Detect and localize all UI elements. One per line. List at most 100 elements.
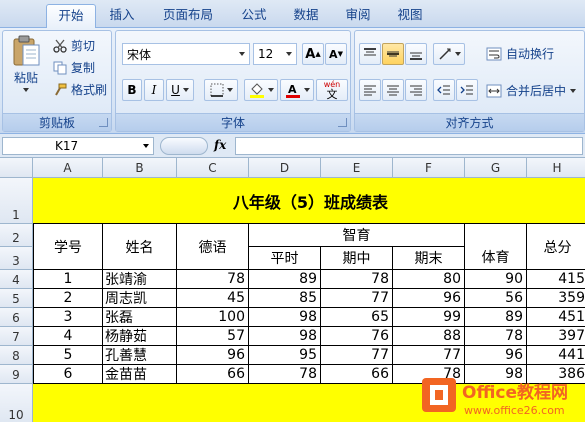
table-cell[interactable]: 77 [321, 346, 393, 365]
header-moral[interactable]: 德语 [177, 224, 249, 270]
header-pe[interactable]: 体育 [465, 224, 527, 270]
formula-input[interactable] [235, 137, 583, 155]
column-header-d[interactable]: D [249, 158, 321, 178]
table-cell[interactable]: 95 [249, 346, 321, 365]
name-box[interactable]: K17 [2, 137, 154, 155]
header-zhiyu[interactable]: 智育 [249, 224, 465, 247]
align-left-button[interactable] [359, 79, 381, 101]
column-header-c[interactable]: C [177, 158, 249, 178]
row-header-1[interactable]: 1 [0, 178, 33, 224]
align-middle-button[interactable] [382, 43, 404, 65]
decrease-indent-button[interactable] [433, 79, 455, 101]
table-cell[interactable]: 张靖渝 [103, 270, 177, 289]
table-cell[interactable]: 周志凯 [103, 289, 177, 308]
row-header-6[interactable]: 6 [0, 308, 33, 327]
table-cell[interactable]: 77 [321, 289, 393, 308]
header-total[interactable]: 总分 [527, 224, 585, 270]
formula-bar-splitter[interactable] [160, 137, 208, 155]
align-center-button[interactable] [382, 79, 404, 101]
wrap-text-button[interactable]: 自动换行 [486, 45, 554, 62]
paste-button[interactable]: 粘贴 [11, 35, 41, 92]
row-header-7[interactable]: 7 [0, 327, 33, 346]
table-cell[interactable]: 96 [465, 346, 527, 365]
cut-button[interactable]: 剪切 [53, 37, 95, 54]
table-cell[interactable]: 孔善慧 [103, 346, 177, 365]
table-cell[interactable]: 5 [33, 346, 103, 365]
header-name[interactable]: 姓名 [103, 224, 177, 270]
row-header-8[interactable]: 8 [0, 346, 33, 365]
column-header-b[interactable]: B [103, 158, 177, 178]
table-cell[interactable]: 98 [249, 327, 321, 346]
table-cell[interactable]: 1 [33, 270, 103, 289]
table-cell[interactable]: 45 [177, 289, 249, 308]
table-cell[interactable]: 57 [177, 327, 249, 346]
tab-data[interactable]: 数据 [284, 4, 328, 28]
table-cell[interactable]: 78 [465, 327, 527, 346]
table-cell[interactable]: 96 [177, 346, 249, 365]
row-header-10[interactable]: 10 [0, 384, 33, 422]
table-cell[interactable]: 415 [527, 270, 585, 289]
table-cell[interactable]: 99 [393, 308, 465, 327]
row-header-5[interactable]: 5 [0, 289, 33, 308]
bold-button[interactable]: B [122, 79, 142, 101]
table-cell[interactable]: 88 [393, 327, 465, 346]
table-cell[interactable]: 89 [249, 270, 321, 289]
table-cell[interactable]: 张磊 [103, 308, 177, 327]
format-painter-button[interactable]: 格式刷 [53, 81, 107, 98]
table-cell[interactable]: 98 [249, 308, 321, 327]
italic-button[interactable]: I [144, 79, 164, 101]
header-mid[interactable]: 期中 [321, 247, 393, 270]
table-cell[interactable]: 3 [33, 308, 103, 327]
select-all-corner[interactable] [0, 158, 33, 178]
tab-review[interactable]: 审阅 [336, 4, 380, 28]
table-cell[interactable]: 85 [249, 289, 321, 308]
header-id[interactable]: 学号 [33, 224, 103, 270]
row-header-9[interactable]: 9 [0, 365, 33, 384]
table-cell[interactable]: 65 [321, 308, 393, 327]
table-cell[interactable]: 66 [177, 365, 249, 384]
tab-view[interactable]: 视图 [388, 4, 432, 28]
dialog-launcher-icon[interactable] [99, 118, 108, 127]
table-cell[interactable]: 78 [321, 270, 393, 289]
header-regular[interactable]: 平时 [249, 247, 321, 270]
table-cell[interactable]: 76 [321, 327, 393, 346]
increase-indent-button[interactable] [456, 79, 478, 101]
dialog-launcher-icon[interactable] [338, 118, 347, 127]
align-right-button[interactable] [405, 79, 427, 101]
table-cell[interactable]: 2 [33, 289, 103, 308]
table-cell[interactable]: 100 [177, 308, 249, 327]
table-cell[interactable]: 78 [177, 270, 249, 289]
column-header-h[interactable]: H [527, 158, 585, 178]
align-top-button[interactable] [359, 43, 381, 65]
table-cell[interactable]: 441 [527, 346, 585, 365]
table-cell[interactable]: 397 [527, 327, 585, 346]
borders-button[interactable] [204, 79, 238, 101]
phonetic-guide-button[interactable]: wén 文 [316, 79, 348, 101]
header-final[interactable]: 期末 [393, 247, 465, 270]
column-header-f[interactable]: F [393, 158, 465, 178]
table-cell[interactable]: 359 [527, 289, 585, 308]
tab-home[interactable]: 开始 [46, 4, 96, 29]
sheet-title[interactable]: 八年级（5）班成绩表 [33, 178, 585, 224]
table-cell[interactable]: 杨静茹 [103, 327, 177, 346]
tab-formulas[interactable]: 公式 [232, 4, 276, 28]
table-cell[interactable]: 77 [393, 346, 465, 365]
table-cell[interactable]: 90 [465, 270, 527, 289]
table-cell[interactable]: 6 [33, 365, 103, 384]
tab-page-layout[interactable]: 页面布局 [152, 4, 224, 28]
fill-color-button[interactable] [244, 79, 278, 101]
orientation-button[interactable] [433, 43, 465, 65]
column-header-g[interactable]: G [465, 158, 527, 178]
align-bottom-button[interactable] [405, 43, 427, 65]
table-cell[interactable]: 66 [321, 365, 393, 384]
table-cell[interactable]: 80 [393, 270, 465, 289]
insert-function-icon[interactable]: fx [214, 138, 226, 152]
copy-button[interactable]: 复制 [53, 59, 95, 76]
grow-font-button[interactable]: A ▲ [302, 43, 324, 65]
table-cell[interactable]: 4 [33, 327, 103, 346]
merge-center-button[interactable]: 合并后居中 [486, 82, 577, 99]
underline-button[interactable]: U [166, 79, 194, 101]
font-size-select[interactable]: 12 [253, 43, 297, 65]
tab-insert[interactable]: 插入 [100, 4, 144, 28]
table-cell[interactable]: 451 [527, 308, 585, 327]
